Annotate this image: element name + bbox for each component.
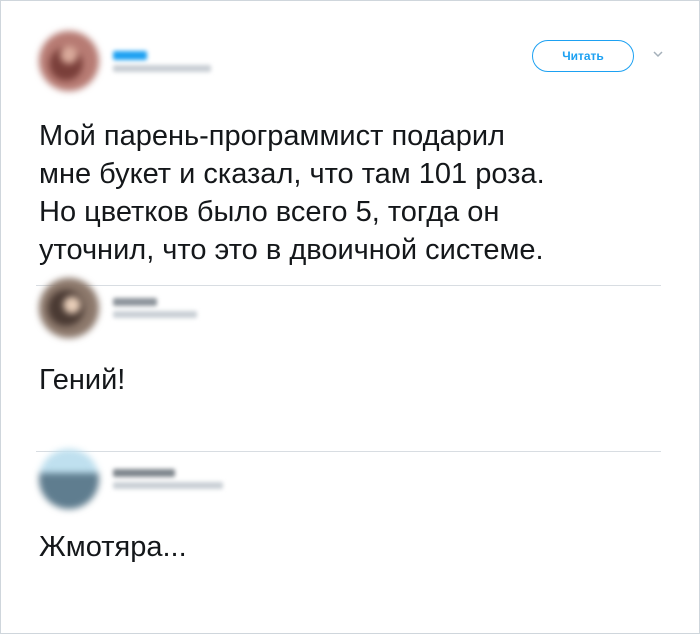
avatar[interactable]: [39, 31, 99, 91]
reply-text: Жмотяра...: [39, 531, 187, 563]
screenshot-frame: Мой парень-программист подарил мне букет…: [0, 0, 700, 634]
avatar[interactable]: [39, 449, 99, 509]
reply-header: [39, 278, 699, 338]
reply-header: [39, 449, 699, 509]
avatar[interactable]: [39, 278, 99, 338]
blurred-user-name[interactable]: [113, 464, 223, 494]
main-tweet: Мой парень-программист подарил мне букет…: [1, 1, 699, 266]
tweet-text: Мой парень-программист подарил мне букет…: [39, 120, 545, 266]
blurred-user-name[interactable]: [113, 293, 197, 323]
chevron-down-icon[interactable]: [652, 49, 664, 59]
reply-text: Гений!: [39, 364, 126, 396]
follow-button[interactable]: Читать: [532, 40, 634, 72]
reply-tweet: Жмотяра...: [1, 419, 699, 599]
blurred-user-name[interactable]: [113, 46, 211, 77]
reply-tweet: Гений!: [1, 254, 699, 419]
